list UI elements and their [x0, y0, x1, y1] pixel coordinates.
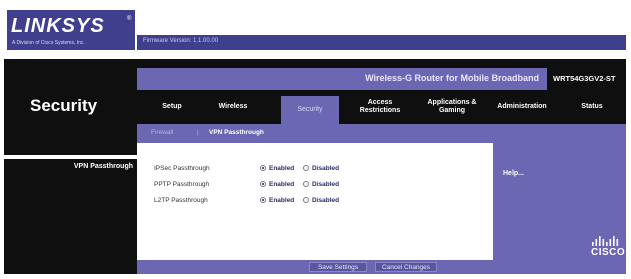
cisco-logo: CISCO — [591, 247, 626, 258]
l2tp-disabled-label: Disabled — [312, 197, 340, 204]
help-link[interactable]: Help... — [503, 170, 524, 177]
tab-security[interactable]: Security — [281, 96, 339, 124]
ipsec-row: IPSec Passthrough Enabled Disabled — [154, 165, 454, 175]
l2tp-label: L2TP Passthrough — [154, 197, 208, 204]
main-tabs: Setup Wireless Security Access Restricti… — [137, 90, 626, 124]
footer-bar: Save Settings Cancel Changes — [137, 260, 626, 274]
section-label: VPN Passthrough — [73, 163, 133, 170]
left-column: VPN Passthrough — [4, 159, 137, 274]
router-admin-frame: LINKSYS ® A Division of Cisco Systems, I… — [4, 4, 626, 274]
firmware-bar: Firmware Version: 1.1.00.00 — [137, 35, 626, 50]
settings-panel: IPSec Passthrough Enabled Disabled PPTP … — [137, 143, 493, 260]
l2tp-enabled-radio[interactable] — [260, 197, 266, 203]
product-name: Wireless-G Router for Mobile Broadband — [365, 73, 539, 83]
pptp-disabled-radio[interactable] — [303, 181, 309, 187]
l2tp-disabled-radio[interactable] — [303, 197, 309, 203]
ipsec-enabled-label: Enabled — [269, 165, 295, 172]
subnav-vpn-passthrough[interactable]: VPN Passthrough — [209, 129, 264, 136]
pptp-row: PPTP Passthrough Enabled Disabled — [154, 181, 454, 191]
ipsec-disabled-radio[interactable] — [303, 165, 309, 171]
cancel-changes-button[interactable]: Cancel Changes — [375, 262, 437, 272]
help-panel: Help... CISCO — [493, 143, 626, 260]
product-name-bar: Wireless-G Router for Mobile Broadband — [137, 68, 547, 90]
registered-mark: ® — [127, 16, 132, 22]
pptp-label: PPTP Passthrough — [154, 181, 210, 188]
save-settings-button[interactable]: Save Settings — [309, 262, 367, 272]
logo-subtitle: A Division of Cisco Systems, Inc. — [12, 40, 85, 46]
ipsec-label: IPSec Passthrough — [154, 165, 210, 172]
sub-navigation: Firewall | VPN Passthrough — [137, 124, 626, 143]
l2tp-row: L2TP Passthrough Enabled Disabled — [154, 197, 454, 207]
pptp-enabled-label: Enabled — [269, 181, 295, 188]
subnav-separator: | — [197, 129, 199, 136]
header: LINKSYS ® A Division of Cisco Systems, I… — [4, 4, 626, 59]
tab-access-restrictions[interactable]: Access Restrictions — [347, 90, 413, 124]
tab-administration[interactable]: Administration — [489, 90, 555, 124]
firmware-version: Firmware Version: 1.1.00.00 — [143, 38, 219, 44]
page-title: Security — [30, 96, 98, 115]
subnav-firewall[interactable]: Firewall — [151, 129, 173, 136]
model-number: WRT54G3GV2-ST — [553, 74, 616, 83]
pptp-disabled-label: Disabled — [312, 181, 340, 188]
l2tp-enabled-label: Enabled — [269, 197, 295, 204]
model-badge: WRT54G3GV2-ST — [547, 68, 626, 90]
pptp-enabled-radio[interactable] — [260, 181, 266, 187]
ipsec-enabled-radio[interactable] — [260, 165, 266, 171]
logo-text: LINKSYS — [11, 15, 105, 37]
tab-wireless[interactable]: Wireless — [205, 90, 261, 124]
ipsec-disabled-label: Disabled — [312, 165, 340, 172]
tab-setup[interactable]: Setup — [147, 90, 197, 124]
tab-status[interactable]: Status — [563, 90, 621, 124]
tab-applications-gaming[interactable]: Applications & Gaming — [417, 90, 487, 124]
linksys-logo: LINKSYS ® A Division of Cisco Systems, I… — [7, 10, 135, 50]
